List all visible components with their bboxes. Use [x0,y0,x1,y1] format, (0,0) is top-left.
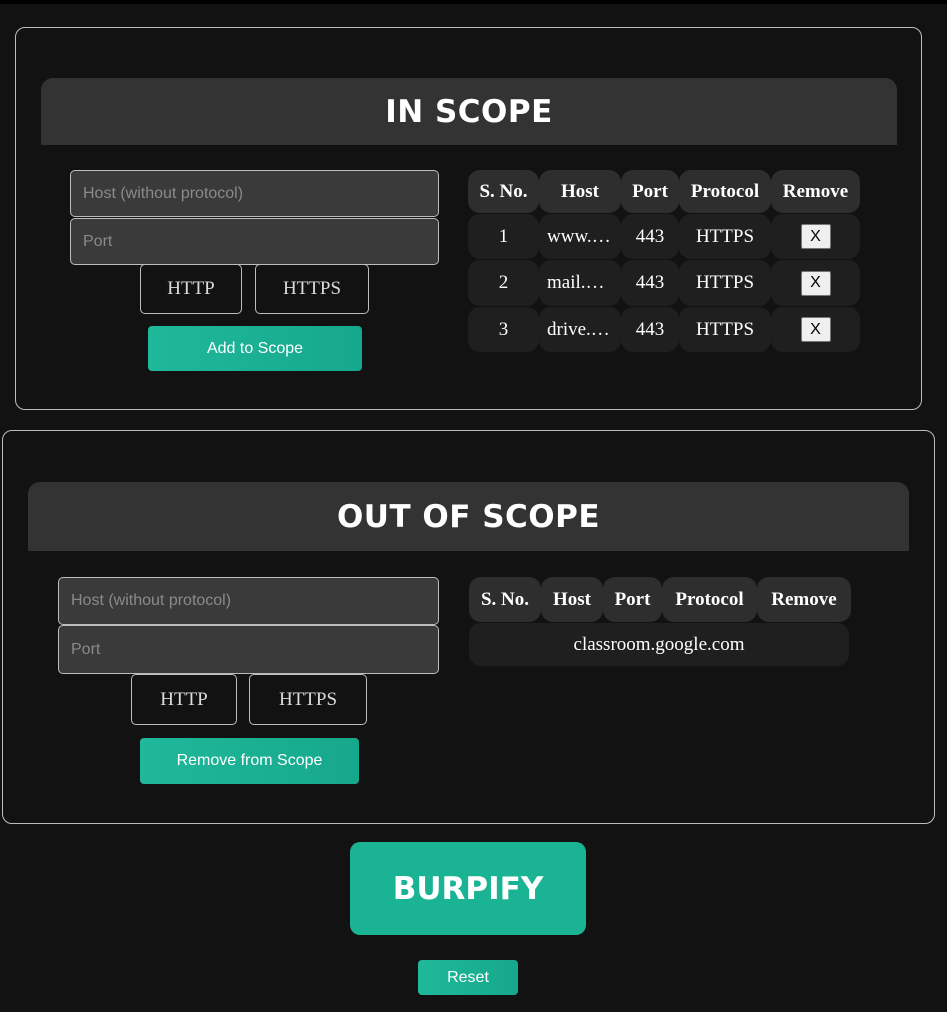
table-row-port: 443 [621,260,679,306]
out-scope-port-input[interactable] [58,625,439,674]
in-scope-http-button[interactable]: HTTP [140,264,242,314]
table-row-protocol: HTTPS [679,260,771,306]
in-scope-header-protocol: Protocol [679,170,771,213]
out-scope-header-host: Host [541,577,603,622]
in-scope-header-remove: Remove [771,170,860,213]
in-scope-port-input[interactable] [70,218,439,265]
in-scope-title: IN SCOPE [385,93,553,130]
table-row-sno: 3 [468,307,539,352]
out-scope-host-input[interactable] [58,577,439,625]
table-row-host: drive.google.com [539,307,621,352]
table-row: classroom.google.com [469,623,849,666]
out-scope-header-protocol: Protocol [662,577,757,622]
table-row-remove: X [771,307,860,352]
in-scope-header: IN SCOPE [41,78,897,145]
out-scope-header: OUT OF SCOPE [28,482,909,551]
in-scope-panel: IN SCOPE HTTP HTTPS Add to Scope S. No. … [15,27,922,410]
in-scope-header-sno: S. No. [468,170,539,213]
table-row-host: mail.google.com [539,260,621,306]
add-to-scope-button[interactable]: Add to Scope [148,326,362,371]
remove-row-button[interactable]: X [800,224,831,249]
remove-row-button[interactable]: X [800,270,831,296]
reset-button[interactable]: Reset [418,960,518,995]
in-scope-table: S. No. Host Port Protocol Remove 1 www.g… [468,170,860,355]
out-scope-https-button[interactable]: HTTPS [249,674,367,725]
table-row-port: 443 [621,307,679,352]
table-row-host: www.google.com [539,214,621,259]
in-scope-header-host: Host [539,170,621,213]
out-scope-header-remove: Remove [757,577,851,622]
in-scope-host-input[interactable] [70,170,439,217]
remove-from-scope-button[interactable]: Remove from Scope [140,738,359,784]
burpify-button[interactable]: BURPIFY [350,842,586,935]
out-scope-panel: OUT OF SCOPE HTTP HTTPS Remove from Scop… [2,430,935,824]
remove-row-button[interactable]: X [800,317,831,342]
in-scope-header-port: Port [621,170,679,213]
table-row-protocol: HTTPS [679,214,771,259]
out-scope-header-port: Port [603,577,662,622]
top-bar [0,0,947,4]
out-scope-http-button[interactable]: HTTP [131,674,237,725]
table-row-remove: X [771,260,860,306]
table-row-remove: X [771,214,860,259]
out-scope-header-sno: S. No. [469,577,541,622]
table-row-port: 443 [621,214,679,259]
out-scope-title: OUT OF SCOPE [336,498,601,535]
table-row-sno: 2 [468,260,539,306]
in-scope-https-button[interactable]: HTTPS [255,264,369,314]
table-row-sno: 1 [468,214,539,259]
table-row-protocol: HTTPS [679,307,771,352]
out-scope-table: S. No. Host Port Protocol Remove classro… [469,577,851,667]
